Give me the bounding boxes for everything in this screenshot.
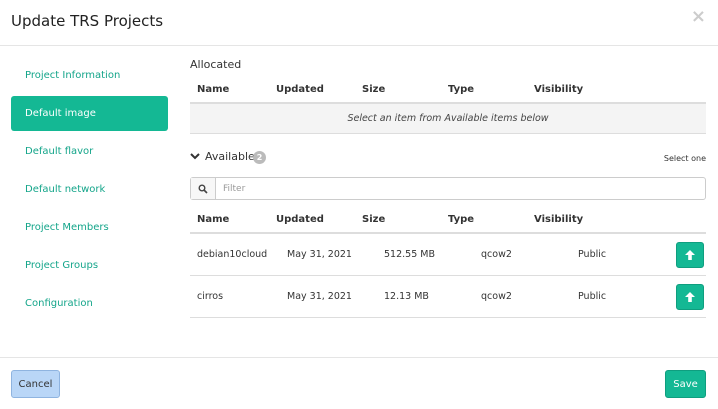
image-updated: May 31, 2021 (287, 249, 352, 260)
column-header-name[interactable]: Name (190, 214, 276, 225)
available-count-badge: 2 (253, 151, 266, 164)
arrow-up-icon (685, 250, 695, 260)
nav-item-configuration[interactable]: Configuration (11, 286, 168, 321)
image-visibility: Public (578, 291, 607, 302)
available-table-header: Name Updated Size Type Visibility (190, 206, 706, 234)
filter-input[interactable] (216, 178, 705, 199)
column-header-name[interactable]: Name (190, 84, 276, 95)
allocated-title: Allocated (190, 58, 242, 71)
workflow-sidebar: Project Information Default image Defaul… (11, 58, 168, 324)
table-row: debian10cloud May 31, 2021 512.55 MB qco… (190, 234, 706, 276)
column-header-size[interactable]: Size (362, 214, 448, 225)
allocate-button[interactable] (676, 242, 704, 268)
nav-item-default-flavor[interactable]: Default flavor (11, 134, 168, 169)
column-header-type[interactable]: Type (448, 214, 534, 225)
arrow-up-icon (685, 292, 695, 302)
column-header-size[interactable]: Size (362, 84, 448, 95)
nav-item-default-image[interactable]: Default image (11, 96, 168, 131)
image-name: cirros (197, 291, 224, 302)
table-row: cirros May 31, 2021 12.13 MB qcow2 Publi… (190, 276, 706, 318)
modal-footer: Cancel Save (0, 357, 718, 409)
modal-title: Update TRS Projects (11, 12, 164, 30)
chevron-down-icon[interactable] (190, 151, 200, 161)
nav-item-project-groups[interactable]: Project Groups (11, 248, 168, 283)
cancel-button[interactable]: Cancel (11, 370, 60, 398)
save-button[interactable]: Save (665, 370, 706, 398)
allocated-empty-message: Select an item from Available items belo… (190, 104, 706, 134)
image-type: qcow2 (481, 291, 512, 302)
nav-item-default-network[interactable]: Default network (11, 172, 168, 207)
column-header-updated[interactable]: Updated (276, 84, 362, 95)
allocated-table-header: Name Updated Size Type Visibility (190, 76, 706, 104)
filter-field (190, 177, 706, 200)
available-title[interactable]: Available (205, 150, 255, 163)
image-updated: May 31, 2021 (287, 291, 352, 302)
step-content: Allocated Name Updated Size Type Visibil… (190, 58, 706, 318)
image-visibility: Public (578, 249, 607, 260)
close-icon[interactable]: × (691, 8, 706, 26)
image-size: 12.13 MB (384, 291, 429, 302)
allocate-button[interactable] (676, 284, 704, 310)
nav-item-project-information[interactable]: Project Information (11, 58, 168, 93)
select-hint: Select one (663, 154, 706, 163)
image-name: debian10cloud (197, 249, 268, 260)
nav-item-project-members[interactable]: Project Members (11, 210, 168, 245)
image-size: 512.55 MB (384, 249, 435, 260)
column-header-type[interactable]: Type (448, 84, 534, 95)
search-icon (191, 178, 216, 199)
image-type: qcow2 (481, 249, 512, 260)
modal-header: Update TRS Projects × (0, 0, 718, 46)
column-header-visibility[interactable]: Visibility (534, 214, 634, 225)
column-header-visibility[interactable]: Visibility (534, 84, 634, 95)
column-header-updated[interactable]: Updated (276, 214, 362, 225)
available-section-header[interactable]: Available 2 Select one (190, 148, 706, 170)
